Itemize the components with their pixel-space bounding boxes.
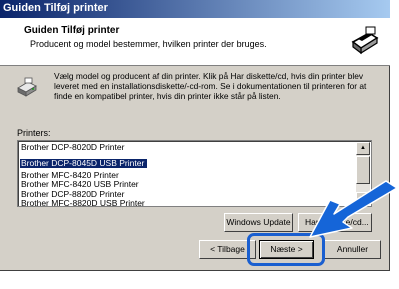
wizard-header-title: Guiden Tilføj printer	[24, 25, 120, 36]
window-title: Guiden Tilføj printer	[3, 2, 108, 14]
printer-list-item-selected[interactable]: Brother DCP-8045D USB Printer	[20, 158, 148, 168]
pointer-arrow-icon	[309, 180, 398, 238]
wizard-header-subtitle: Producent og model bestemmer, hvilken pr…	[30, 39, 267, 49]
printers-label: Printers:	[17, 128, 51, 138]
cancel-button[interactable]: Annuller	[324, 240, 381, 259]
printer-wizard-icon	[350, 25, 380, 55]
scroll-up-arrow-icon[interactable]: ▲	[356, 142, 370, 155]
instruction-text: Vælg model og producent af din printer. …	[54, 71, 367, 101]
printer-icon	[17, 77, 37, 97]
title-bar[interactable]: Guiden Tilføj printer	[0, 0, 390, 18]
windows-update-button[interactable]: Windows Update	[224, 213, 293, 232]
printer-list-item[interactable]: Brother DCP-8020D Printer	[20, 142, 356, 153]
wizard-header: Guiden Tilføj printer Producent og model…	[0, 18, 390, 66]
